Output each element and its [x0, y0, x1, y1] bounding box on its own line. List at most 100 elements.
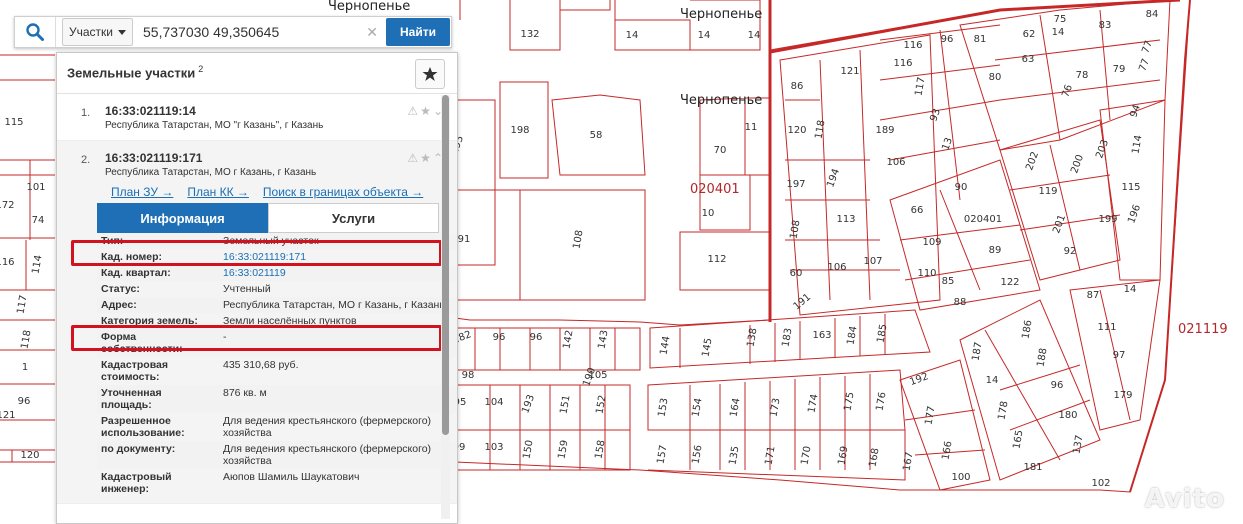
plot-label: 113: [836, 214, 855, 225]
search-type-label: Участки: [69, 25, 113, 39]
scrollbar-thumb[interactable]: [442, 95, 449, 435]
info-value: Земельный участок: [223, 235, 319, 247]
plot-label: 106: [886, 157, 905, 168]
panel-scrollbar[interactable]: [441, 95, 450, 519]
info-value-link[interactable]: 16:33:021119: [223, 267, 286, 279]
plot-label: 114: [30, 254, 44, 275]
favorite-button[interactable]: [415, 59, 445, 89]
info-value: 876 кв. м: [223, 387, 267, 399]
plot-label: 14: [1052, 27, 1065, 38]
info-key: Адрес:: [101, 299, 137, 311]
plot-label: 171: [763, 445, 777, 466]
plot-label: 10: [702, 208, 715, 219]
plot-label: 166: [940, 440, 954, 461]
plot-label: 98: [462, 370, 475, 381]
search-within-link[interactable]: Поиск в границах объекта →: [263, 185, 423, 199]
info-key: Статус:: [101, 283, 140, 295]
warning-icon[interactable]: ⚠: [407, 104, 418, 118]
plot-label: 103: [484, 442, 503, 453]
info-key: Кадастровый инженер:: [101, 471, 172, 495]
info-key: Категория земель:: [101, 315, 198, 327]
plot-label: 114: [1130, 134, 1144, 155]
plot-label: 189: [875, 125, 894, 136]
info-row: Уточненная площадь: 876 кв. м: [97, 385, 457, 413]
plot-label: 170: [799, 445, 813, 466]
result-item-1[interactable]: 1. 16:33:021119:14 Республика Татарстан,…: [57, 94, 457, 141]
plot-label: 115: [1121, 182, 1140, 193]
search-input[interactable]: [133, 18, 359, 46]
quarter-label: 020401: [690, 182, 740, 197]
warning-icon[interactable]: ⚠: [407, 151, 418, 165]
search-button[interactable]: [15, 17, 56, 47]
info-row: Кад. номер: 16:33:021119:171: [97, 249, 457, 265]
result-cad-number: 16:33:021119:14: [105, 104, 196, 118]
plot-label: 200: [1069, 153, 1086, 175]
plot-label: 150: [521, 439, 535, 460]
result-number: 1.: [81, 107, 91, 119]
search-type-select[interactable]: Участки: [62, 18, 133, 46]
plot-label: 115: [4, 117, 23, 128]
plot-label: 121: [0, 410, 16, 421]
plot-label: 14: [748, 30, 761, 41]
result-address: Республика Татарстан, МО г Казань, г Каз…: [105, 167, 317, 178]
plot-label: 122: [1000, 277, 1019, 288]
result-number: 2.: [81, 154, 91, 166]
plot-label: 96: [1051, 380, 1064, 391]
star-icon[interactable]: ★: [420, 151, 431, 165]
plot-label: 181: [1023, 462, 1042, 473]
search-bar: Участки ✕ Найти: [14, 16, 452, 48]
plot-label: 164: [728, 397, 742, 418]
find-button[interactable]: Найти: [386, 18, 450, 46]
plot-label: 14: [986, 375, 999, 386]
plot-label: 196: [1126, 203, 1143, 225]
info-row: Кадастровый инженер: Аюпов Шамиль Шаукато…: [97, 469, 457, 497]
plot-label: 97: [1113, 350, 1126, 361]
plot-label: 76: [1060, 83, 1075, 99]
info-value-link[interactable]: 16:33:021119:171: [223, 251, 306, 263]
plot-label: 163: [812, 330, 831, 341]
plot-label: 117: [15, 294, 29, 315]
plot-label: 83: [1099, 20, 1112, 31]
tab-services[interactable]: Услуги: [268, 203, 439, 233]
info-row: Тип: Земельный участок: [97, 233, 457, 249]
plot-label: 020401: [964, 214, 1002, 225]
info-row: по документу: Для ведения крестьянского (…: [97, 441, 457, 469]
plan-kk-link[interactable]: План КК →: [187, 185, 249, 199]
plot-label: 203: [1094, 138, 1111, 160]
plot-label: 184: [845, 325, 859, 346]
plot-label: 174: [806, 393, 820, 414]
plot-label: 165: [1011, 429, 1025, 450]
plot-label: 118: [813, 119, 827, 140]
plot-label: 96: [530, 332, 543, 343]
plot-label: 14: [698, 30, 711, 41]
plot-label: 152: [594, 394, 608, 415]
plot-label: 192: [908, 371, 930, 388]
clear-icon[interactable]: ✕: [358, 24, 386, 41]
result-item-2[interactable]: 2. 16:33:021119:171 Республика Татарстан…: [57, 141, 457, 504]
plot-label: 62: [1023, 29, 1036, 40]
info-key: по документу:: [101, 443, 176, 455]
panel-title-text: Земельные участки: [67, 65, 196, 81]
plot-label: 108: [571, 229, 585, 250]
info-key: Кад. номер:: [101, 251, 163, 263]
plot-label: 81: [974, 34, 987, 45]
plot-label: 151: [558, 394, 572, 415]
plot-label: 198: [510, 125, 529, 136]
plot-label: 116: [893, 58, 912, 69]
info-row: Категория земель: Земли населённых пункто…: [97, 313, 457, 329]
plot-label: 85: [942, 276, 955, 287]
star-icon[interactable]: ★: [420, 104, 431, 118]
plot-label: 105: [588, 370, 607, 381]
plot-label: 78: [1076, 70, 1089, 81]
result-actions: ⚠ ★ ⌃: [407, 151, 443, 165]
plot-label: 110: [917, 268, 936, 279]
plot-label: 159: [556, 439, 570, 460]
plot-label: 87: [1087, 290, 1100, 301]
info-value: 435 310,68 руб.: [223, 359, 299, 371]
plot-label: 88: [954, 297, 967, 308]
tab-info[interactable]: Информация: [97, 203, 268, 233]
plot-label: 137: [1071, 434, 1085, 455]
plan-zu-link[interactable]: План ЗУ →: [111, 185, 173, 199]
plot-label: 132: [520, 29, 539, 40]
plot-label: 118: [19, 329, 33, 350]
